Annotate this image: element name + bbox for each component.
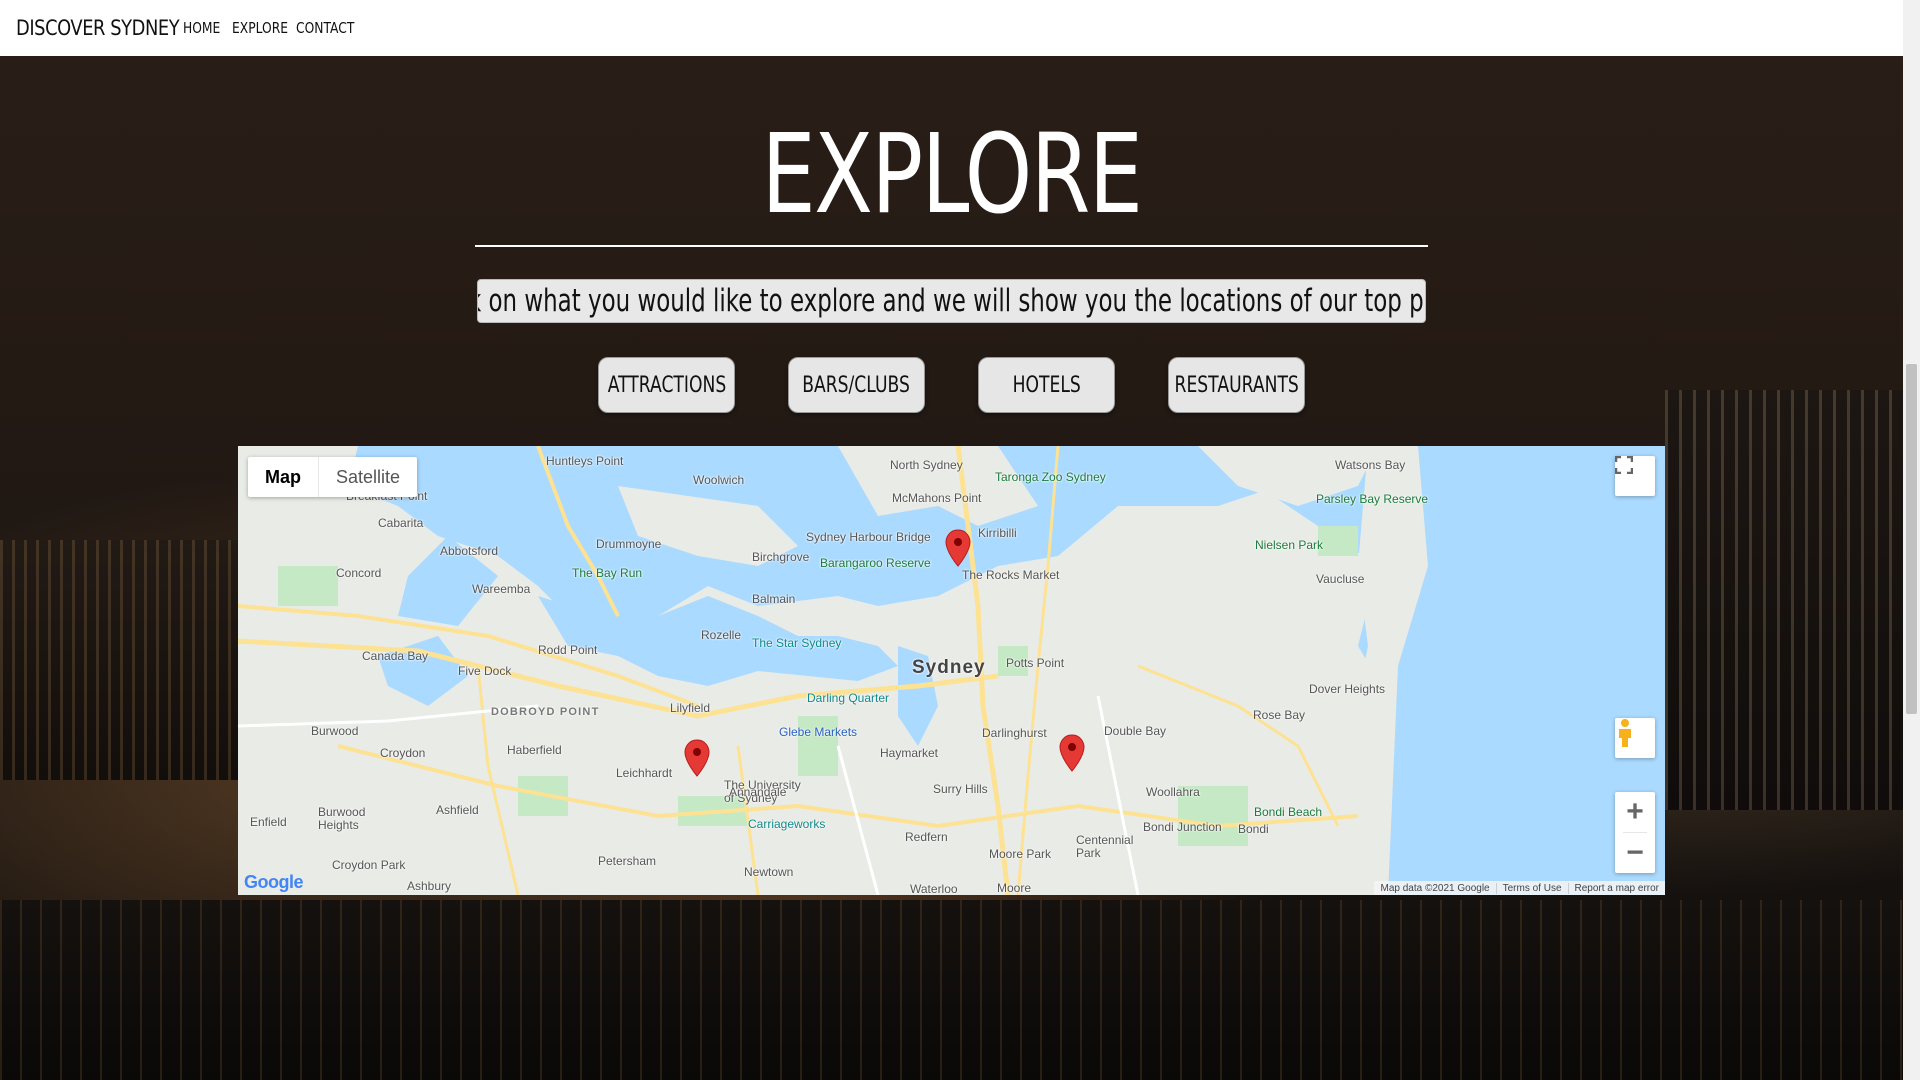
map-label: Lilyfield [670, 701, 711, 715]
map-data-credit: Map data ©2021 Google [1380, 882, 1490, 894]
street-view-button[interactable] [1615, 718, 1655, 758]
map-label: Parsley Bay Reserve [1316, 492, 1429, 506]
map-label: Vaucluse [1316, 572, 1365, 586]
nav-explore[interactable]: EXPLORE [232, 19, 288, 37]
map-label: Cabarita [378, 516, 424, 530]
map-label: Moore [997, 881, 1032, 895]
map-label: Haymarket [880, 746, 939, 760]
map-label: Burwood [311, 724, 359, 738]
report-error-link[interactable]: Report a map error [1567, 882, 1665, 894]
map-label: Bondi Beach [1254, 805, 1323, 819]
nav-home[interactable]: HOME [183, 19, 220, 37]
map-label: Darling Quarter [807, 691, 890, 705]
map-label: Woollahra [1146, 785, 1200, 799]
map-label: Glebe Markets [779, 725, 858, 739]
map-label: Burwood Heights [318, 805, 366, 832]
nav-contact[interactable]: CONTACT [296, 19, 354, 37]
map-label: Newtown [744, 865, 794, 879]
attractions-button[interactable]: ATTRACTIONS [598, 357, 735, 413]
map-type-satellite-button[interactable]: Satellite [318, 457, 417, 497]
restaurants-label: RESTAURANTS [1174, 372, 1299, 398]
map-label: Watsons Bay [1335, 458, 1406, 472]
map-label: Rozelle [701, 628, 742, 642]
map-label: Surry Hills [933, 782, 988, 796]
map-type-control: Map Satellite [248, 457, 418, 497]
map-label: Birchgrove [752, 550, 810, 564]
map-label: Ashbury [407, 879, 452, 893]
brand-logo[interactable]: DISCOVER SYDNEY [16, 16, 180, 40]
map-label: Drummoyne [596, 537, 662, 551]
scrollbar-thumb[interactable] [1906, 364, 1917, 714]
map-label: Woolwich [693, 473, 745, 487]
map-label: Redfern [905, 830, 948, 844]
map-label: Concord [336, 566, 382, 580]
map-label: North Sydney [890, 458, 963, 472]
bars-clubs-label: BARS/CLUBS [802, 372, 911, 398]
map-label: Carriageworks [748, 817, 826, 831]
map-label: Five Dock [458, 664, 512, 678]
map-label: Haberfield [507, 743, 562, 757]
bars-clubs-button[interactable]: BARS/CLUBS [788, 357, 925, 413]
google-logo-text: Google [244, 872, 304, 892]
map-label: Taronga Zoo Sydney [995, 470, 1106, 484]
zoom-control: + − [1615, 792, 1655, 873]
google-map[interactable]: Huntleys Point Woolwich North Sydney Tar… [238, 446, 1665, 895]
map-label: Bondi [1238, 822, 1269, 836]
title-divider [475, 245, 1428, 247]
map-label: Double Bay [1104, 724, 1167, 738]
map-label: Wareemba [472, 582, 531, 596]
map-label: Ashfield [436, 803, 479, 817]
terms-link[interactable]: Terms of Use [1495, 882, 1568, 894]
google-logo[interactable]: Google [244, 872, 304, 893]
map-label: Bondi Junction [1143, 820, 1222, 834]
instruction-banner: Click on what you would like to explore … [477, 279, 1426, 323]
map-label: Rose Bay [1253, 708, 1306, 722]
map-label: Croydon Park [332, 858, 406, 872]
map-label: Darlinghurst [982, 726, 1047, 740]
city-lights-right [1665, 390, 1903, 810]
map-label: Potts Point [1006, 656, 1065, 670]
harbour-water [0, 900, 1903, 1080]
map-label: Moore Park [989, 847, 1052, 861]
map-label: The Star Sydney [752, 636, 842, 650]
zoom-out-icon[interactable]: − [1615, 833, 1655, 873]
navbar: DISCOVER SYDNEY HOME EXPLORE CONTACT [0, 0, 1903, 56]
map-label: Balmain [752, 592, 796, 606]
map-label: Rodd Point [538, 643, 598, 657]
map-label: The Bay Run [572, 566, 643, 580]
map-label: The Rocks Market [962, 568, 1060, 582]
map-label: Dover Heights [1309, 682, 1386, 696]
map-label: Croydon [380, 746, 426, 760]
map-label: Kirribilli [978, 526, 1017, 540]
map-label: Petersham [598, 854, 657, 868]
zoom-in-icon[interactable]: + [1615, 792, 1655, 832]
map-label: Huntleys Point [546, 454, 624, 468]
map-label: Waterloo [910, 882, 958, 895]
map-label: Abbotsford [440, 544, 499, 558]
map-label: Sydney Harbour Bridge [806, 530, 931, 544]
map-attribution: Map data ©2021 Google Terms of Use Repor… [1374, 881, 1665, 895]
map-label: Nielsen Park [1255, 538, 1324, 552]
fullscreen-icon [1615, 456, 1633, 474]
map-type-map-button[interactable]: Map [248, 457, 318, 497]
city-lights-left [0, 540, 240, 780]
map-label: Sydney [912, 657, 986, 678]
map-label: Centennial Park [1076, 833, 1134, 860]
instruction-text: Click on what you would like to explore … [477, 283, 1426, 319]
pegman-icon [1619, 719, 1631, 747]
hotels-button[interactable]: HOTELS [978, 357, 1115, 413]
restaurants-button[interactable]: RESTAURANTS [1168, 357, 1305, 413]
map-label: Barangaroo Reserve [820, 556, 931, 570]
map-label: Canada Bay [362, 649, 429, 663]
page-title: EXPLORE [761, 110, 1143, 238]
map-label: Enfield [250, 815, 287, 829]
map-label: Leichhardt [616, 766, 673, 780]
hotels-label: HOTELS [1012, 372, 1081, 398]
fullscreen-button[interactable] [1615, 456, 1655, 496]
attractions-label: ATTRACTIONS [607, 372, 726, 398]
map-label: McMahons Point [892, 491, 982, 505]
map-label: DOBROYD POINT [491, 706, 600, 718]
map-label: Annandale [729, 785, 787, 799]
